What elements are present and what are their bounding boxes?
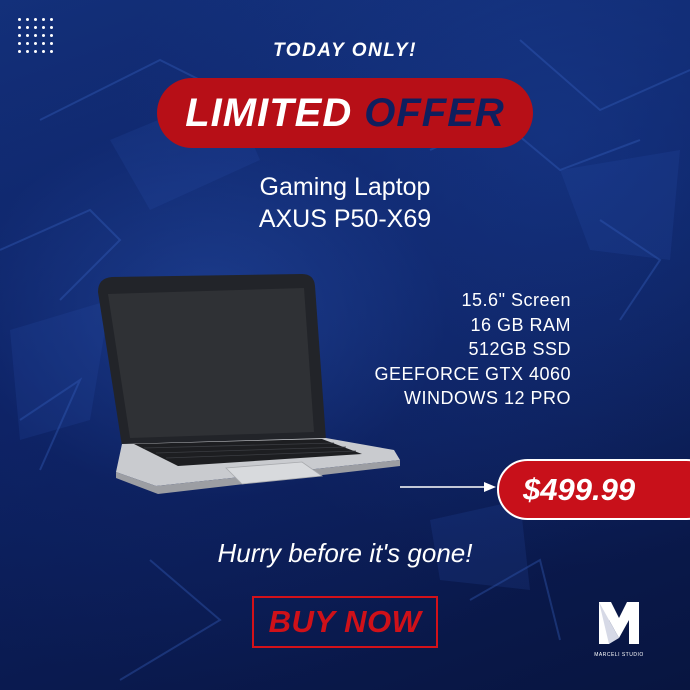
product-category: Gaming Laptop (259, 173, 431, 201)
m-logo-icon (595, 598, 643, 652)
arrow-right-icon (400, 480, 500, 494)
spec-item: WINDOWS 12 PRO (403, 388, 571, 408)
product-model: AXUS P50-X69 (258, 205, 432, 233)
spec-list: 15.6" Screen 16 GB RAM 512GB SSD GEEFORC… (374, 288, 571, 411)
limited-word: LIMITED (185, 90, 353, 135)
spec-item: 16 GB RAM (470, 314, 571, 335)
buy-now-button[interactable]: BUY NOW (252, 596, 438, 648)
spec-item: 15.6" Screen (461, 290, 571, 310)
spec-item: 512GB SSD (468, 339, 571, 359)
brand-name: MARCELI STUDIO (594, 652, 644, 658)
offer-word: OFFER (364, 90, 505, 135)
limited-offer-banner: LIMITED OFFER (157, 78, 533, 148)
laptop-image (94, 272, 404, 502)
price-badge: $499.99 (497, 459, 690, 520)
urgency-tagline: Hurry before it's gone! (217, 538, 473, 568)
spec-item: GEEFORCE GTX 4060 (374, 363, 571, 384)
today-only-heading: TODAY ONLY! (273, 40, 417, 61)
